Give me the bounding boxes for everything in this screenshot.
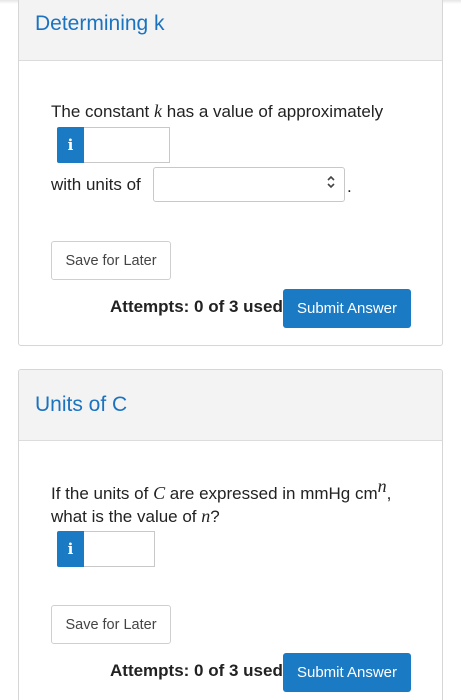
question-text: The constant k has a value of approximat… bbox=[51, 101, 384, 121]
answer-input-group: i bbox=[57, 127, 170, 163]
info-icon[interactable]: i bbox=[57, 127, 84, 163]
card-header: Determining k bbox=[19, 0, 442, 61]
attempts-counter: Attempts: 0 of 3 used bbox=[110, 297, 283, 316]
answer-input-group: i bbox=[57, 531, 155, 567]
question-text: If the units of C are expressed in mmHg … bbox=[51, 476, 392, 526]
question-card-units-of-c: Units of C If the units of C are express… bbox=[18, 369, 443, 700]
variable-c: C bbox=[153, 483, 166, 503]
units-label: with units of bbox=[51, 175, 141, 194]
info-icon[interactable]: i bbox=[57, 531, 84, 567]
k-value-input[interactable] bbox=[84, 127, 170, 163]
question-card-determining-k: Determining k The constant k has a value… bbox=[18, 0, 443, 346]
chevron-up-down-icon bbox=[326, 175, 336, 190]
n-value-input[interactable] bbox=[84, 531, 155, 567]
units-select[interactable] bbox=[153, 167, 345, 202]
save-for-later-button[interactable]: Save for Later bbox=[51, 241, 171, 280]
save-for-later-button[interactable]: Save for Later bbox=[51, 605, 171, 644]
card-title: Units of C bbox=[35, 393, 128, 416]
submit-answer-button[interactable]: Submit Answer bbox=[283, 289, 411, 328]
variable-k: k bbox=[154, 101, 163, 121]
variable-n-exponent: n bbox=[377, 476, 387, 497]
card-title: Determining k bbox=[35, 12, 165, 35]
attempts-counter: Attempts: 0 of 3 used bbox=[110, 661, 283, 680]
card-header: Units of C bbox=[19, 370, 442, 441]
submit-answer-button[interactable]: Submit Answer bbox=[283, 653, 411, 692]
variable-n: n bbox=[201, 506, 211, 526]
units-period: . bbox=[347, 177, 352, 196]
